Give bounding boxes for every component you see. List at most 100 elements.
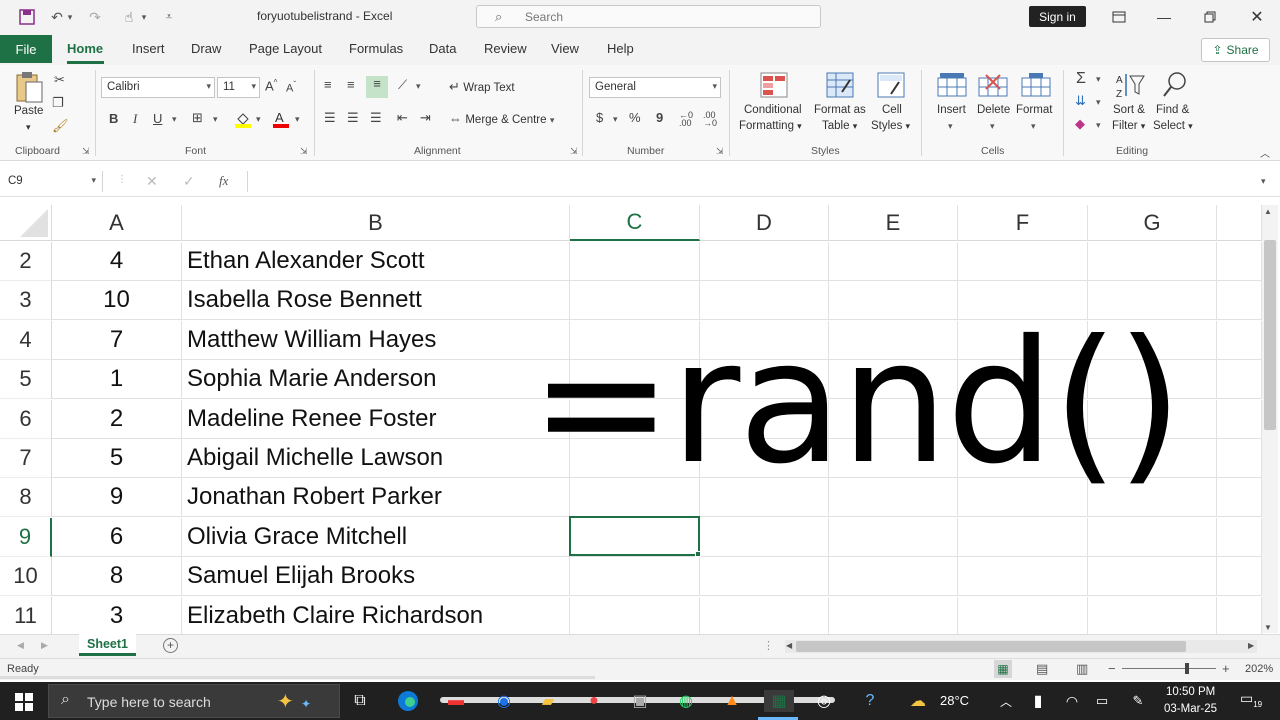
- cell-a[interactable]: 4: [52, 242, 182, 281]
- app-icon-circle[interactable]: ●: [582, 690, 606, 712]
- empty-cell[interactable]: [958, 597, 1088, 636]
- decrease-font-icon[interactable]: Aˇ: [286, 80, 296, 95]
- task-view-icon[interactable]: ⧉: [348, 690, 372, 712]
- empty-cell[interactable]: [1217, 400, 1262, 439]
- cell-a[interactable]: 2: [52, 400, 182, 439]
- battery-icon[interactable]: ▭: [1090, 690, 1114, 712]
- show-hidden-icons[interactable]: ︿: [994, 690, 1018, 712]
- delete-cells-icon[interactable]: [978, 72, 1008, 101]
- customize-qat-icon[interactable]: ⩡: [158, 7, 180, 27]
- empty-cell[interactable]: [1088, 518, 1217, 557]
- empty-cell[interactable]: [958, 518, 1088, 557]
- fill-color-icon[interactable]: [234, 110, 252, 131]
- conditional-formatting-label[interactable]: Conditional: [744, 104, 802, 116]
- vertical-scroll-thumb[interactable]: [1264, 240, 1276, 430]
- select-all-corner[interactable]: [0, 205, 52, 241]
- column-header-g[interactable]: G: [1088, 205, 1217, 241]
- row-header[interactable]: 4: [0, 321, 52, 360]
- tab-split-icon[interactable]: ⋮: [763, 639, 774, 652]
- empty-cell[interactable]: [700, 597, 829, 636]
- empty-cell[interactable]: [958, 557, 1088, 596]
- fill-icon[interactable]: ⇊: [1075, 93, 1086, 109]
- file-explorer-icon[interactable]: ▰: [536, 690, 560, 712]
- edge-icon[interactable]: [396, 690, 420, 712]
- fill-handle[interactable]: [695, 551, 701, 557]
- cell-a[interactable]: 10: [52, 281, 182, 320]
- decrease-decimal-icon[interactable]: .00 →0: [703, 111, 717, 128]
- whatsapp-icon[interactable]: ◍: [674, 690, 698, 712]
- empty-cell[interactable]: [570, 557, 700, 596]
- copy-icon[interactable]: ❐: [52, 95, 64, 111]
- add-sheet-icon[interactable]: +: [163, 638, 178, 653]
- empty-cell[interactable]: [1088, 242, 1217, 281]
- tab-home[interactable]: Home: [67, 41, 103, 56]
- cell-a[interactable]: 3: [52, 597, 182, 636]
- font-color-icon[interactable]: A: [272, 110, 290, 131]
- cell-b[interactable]: Abigail Michelle Lawson: [182, 439, 570, 478]
- tab-page-layout[interactable]: Page Layout: [249, 41, 322, 56]
- empty-cell[interactable]: [1217, 360, 1262, 399]
- notification-icon[interactable]: ▭19: [1240, 690, 1262, 709]
- paste-icon[interactable]: [14, 70, 44, 107]
- ribbon-display-icon[interactable]: [1099, 4, 1139, 30]
- font-color-dropdown-icon[interactable]: ▾: [295, 114, 300, 125]
- tab-view[interactable]: View: [551, 41, 579, 56]
- minimize-icon[interactable]: —: [1144, 4, 1184, 30]
- restore-icon[interactable]: [1190, 4, 1230, 30]
- comma-button[interactable]: 9: [656, 110, 663, 125]
- empty-cell[interactable]: [700, 557, 829, 596]
- share-button[interactable]: ⇪ Share: [1201, 38, 1270, 62]
- pen-icon[interactable]: ✎: [1126, 690, 1150, 712]
- format-cells-icon[interactable]: [1021, 72, 1051, 101]
- weather-temperature[interactable]: 28°C: [940, 693, 969, 708]
- cell-b[interactable]: Sophia Marie Anderson: [182, 360, 570, 399]
- tab-data[interactable]: Data: [429, 41, 456, 56]
- sign-in-button[interactable]: Sign in: [1029, 6, 1086, 27]
- empty-cell[interactable]: [700, 518, 829, 557]
- delete-dropdown-icon[interactable]: ▾: [990, 121, 995, 132]
- app-icon-grey[interactable]: ▣: [628, 690, 652, 712]
- tab-file[interactable]: File: [0, 35, 52, 63]
- italic-button[interactable]: I: [133, 111, 137, 127]
- empty-cell[interactable]: [700, 242, 829, 281]
- clock-time[interactable]: 10:50 PM: [1166, 686, 1215, 698]
- font-name-combo[interactable]: Calibri ▾: [101, 77, 215, 98]
- clock-date[interactable]: 03-Mar-25: [1164, 703, 1217, 715]
- empty-cell[interactable]: [829, 242, 958, 281]
- zoom-in-icon[interactable]: +: [1222, 661, 1230, 676]
- empty-cell[interactable]: [1088, 597, 1217, 636]
- zoom-level[interactable]: 202%: [1245, 663, 1273, 675]
- cell-styles-label-2[interactable]: Styles ▾: [871, 120, 910, 132]
- bold-button[interactable]: B: [109, 111, 118, 126]
- weather-icon[interactable]: ☁: [906, 690, 930, 712]
- alignment-launcher-icon[interactable]: ⇲: [570, 146, 578, 157]
- align-bottom-icon[interactable]: ≡: [366, 76, 388, 98]
- cell-a[interactable]: 8: [52, 557, 182, 596]
- empty-cell[interactable]: [958, 242, 1088, 281]
- wrap-text-button[interactable]: ↵ Wrap Text: [449, 79, 515, 95]
- format-as-table-icon[interactable]: [826, 72, 854, 101]
- format-painter-icon[interactable]: 🖌: [52, 118, 69, 134]
- scroll-left-icon[interactable]: ◀: [786, 641, 792, 650]
- cell-b[interactable]: Ethan Alexander Scott: [182, 242, 570, 281]
- cell-a[interactable]: 6: [52, 518, 182, 557]
- prev-sheet-icon[interactable]: ◀: [17, 640, 24, 651]
- align-middle-icon[interactable]: ≡: [347, 77, 355, 92]
- row-header[interactable]: 9: [0, 518, 52, 557]
- taskbar-search-input[interactable]: ⌕ Type here to search ✦ ✦: [48, 684, 340, 718]
- column-header-a[interactable]: A: [52, 205, 182, 241]
- conditional-formatting-label-2[interactable]: Formatting ▾: [739, 120, 802, 132]
- excel-taskbar-icon[interactable]: ▦: [764, 690, 794, 712]
- paste-dropdown-icon[interactable]: ▾: [26, 122, 31, 133]
- help-icon[interactable]: ?: [858, 690, 882, 712]
- borders-dropdown-icon[interactable]: ▾: [213, 114, 218, 125]
- close-icon[interactable]: ✕: [1237, 4, 1277, 30]
- microphone-icon[interactable]: ▮: [1026, 690, 1050, 712]
- empty-cell[interactable]: [1088, 557, 1217, 596]
- empty-cell[interactable]: [1217, 557, 1262, 596]
- zoom-slider-thumb[interactable]: [1185, 663, 1189, 674]
- paste-label[interactable]: Paste: [14, 105, 43, 117]
- clear-dropdown-icon[interactable]: ▾: [1096, 120, 1101, 131]
- insert-dropdown-icon[interactable]: ▾: [948, 121, 953, 132]
- tab-insert[interactable]: Insert: [132, 41, 165, 56]
